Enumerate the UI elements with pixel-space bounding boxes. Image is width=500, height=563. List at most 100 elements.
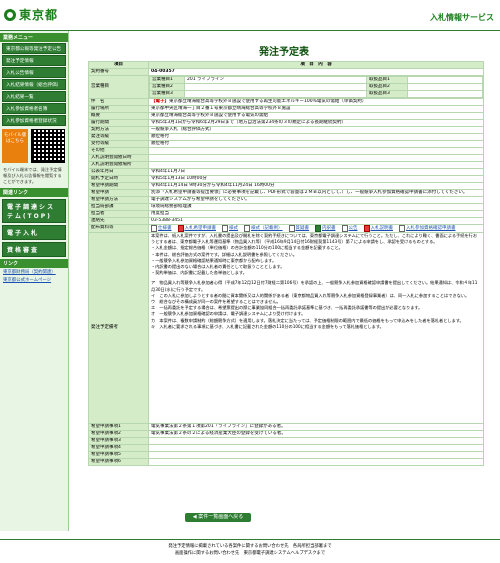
notes-cell: 本案件は、紙入札案件ですが、入札書の提出及び開札を除く契約手続きについては、東京… xyxy=(148,232,484,424)
subject-cell: 【電子】東京都立晴海総合高等学校外８施設で使用する再生可能エネルギー100%電気… xyxy=(148,98,484,106)
sidebar-heading-related: 関連リンク xyxy=(0,188,68,197)
sub-value xyxy=(407,76,483,84)
sidebar-item-bid-results-eval[interactable]: 入札結果情報（総合評価） xyxy=(2,79,66,90)
electronic-tag: 【電子】 xyxy=(151,99,169,105)
sidebar-item-order-plan[interactable]: 発注予定情報 xyxy=(2,55,66,66)
spreadsheet-icon xyxy=(315,225,321,232)
document-icon xyxy=(244,225,250,232)
row-label: 希望申請事項3 xyxy=(88,437,149,445)
row-label: 件 名 xyxy=(88,98,149,106)
sub-label: 取扱品目3 xyxy=(366,90,408,98)
sidebar-link-procurement-top[interactable]: 電子調達システム(TOP) xyxy=(2,199,66,223)
doc-link-application[interactable]: 入札希望申請書 xyxy=(177,225,216,232)
pdf-icon xyxy=(177,225,184,232)
row-value: 環境局総務部経理課 xyxy=(148,203,484,211)
business-type-cell: 営業種目1 201 ライフライン 取扱品目1 営業種目2 取扱品目2 営業種目3 取扱品… xyxy=(148,75,484,99)
row-label: 担当局部課 xyxy=(88,203,149,211)
page: 東京都 入札情報サービス 業務メニュー 東京都公報等発注予定公告 発注予定情報 … xyxy=(0,0,500,563)
row-value: 令和4年11月7日 xyxy=(148,168,484,176)
row-value xyxy=(148,458,484,466)
mobile-link-box: モバイル版 はこちら xyxy=(2,129,66,163)
tokyo-logo[interactable]: 東京都 xyxy=(4,6,58,23)
footer: 発注予定情報に掲載されている各案件に関するお問い合わせ先 各局所担当部署まで 画… xyxy=(0,539,500,563)
logo-text: 東京都 xyxy=(19,8,59,22)
footer-contact-orders: 発注予定情報に掲載されている各案件に関するお問い合わせ先 各局所担当部署まで xyxy=(168,544,332,549)
sub-label: 営業種目1 xyxy=(149,76,185,84)
document-icon xyxy=(288,225,295,232)
row-label: 連絡先 xyxy=(88,217,149,225)
row-value: 令和4年11月14日 9時30分から令和4年11月24日 16時00分 xyxy=(148,182,484,190)
row-label: 希望申請 xyxy=(88,189,149,197)
row-label: 営業種目 xyxy=(88,75,149,99)
note-paragraph: ア 物品買入れ等競争入札参加者心得（平成7年12月12日付7財経二第106号）を… xyxy=(151,280,478,292)
main-content: 発注予定表 項目 項 目 内 容 契約番号 04-00357 営業種目 営業種目… xyxy=(70,31,498,563)
row-label: 発注等級 xyxy=(88,133,149,141)
row-value xyxy=(148,161,484,169)
doc-link-questions[interactable]: 質疑書 xyxy=(288,225,309,232)
column-header-item: 項目 xyxy=(88,61,149,69)
sidebar-link-e-bidding[interactable]: 電子入札 xyxy=(2,225,66,240)
row-label: 契約方法 xyxy=(88,126,149,134)
row-value: 電気事業法第２条の２による経済産業大臣の登録を受けている者。 xyxy=(148,430,484,438)
row-label: 履行場所 xyxy=(88,105,149,113)
row-label: 希望申請事項6 xyxy=(88,458,149,466)
row-value: 一般競争入札（総合評価方式） xyxy=(148,126,484,134)
row-label: 契約番号 xyxy=(88,68,149,76)
row-value: 令和5年3月1日から令和6年2月29日まで（地方自治法第234条の３の規定による… xyxy=(148,119,484,127)
sidebar-link-tokyo-official[interactable]: 東京都公式ホームページ xyxy=(0,276,68,284)
sidebar-item-registration-status[interactable]: 入札参加資格者登録状況 xyxy=(2,115,66,126)
sidebar: 業務メニュー 東京都公報等発注予定公告 発注予定情報 入札公告情報 入札結果情報… xyxy=(0,31,69,531)
row-value: 03-5388-3451 xyxy=(148,217,484,225)
row-label: 希望申請方法 xyxy=(88,196,149,204)
order-plan-table: 項目 項 目 内 容 契約番号 04-00357 営業種目 営業種目1 201 ラ… xyxy=(88,61,484,466)
tokyo-emblem-icon xyxy=(4,8,16,21)
table-row: 契約番号 04-00357 xyxy=(88,68,484,76)
doc-link-breakdown[interactable]: 内訳書 xyxy=(315,225,336,232)
sidebar-heading-menu: 業務メニュー xyxy=(0,33,68,42)
row-label: その他 xyxy=(88,147,149,155)
sidebar-item-public-notice[interactable]: 東京都公報等発注予定公告 xyxy=(2,43,66,54)
row-label: 希望申請事項4 xyxy=(88,444,149,452)
sidebar-item-qualified-list[interactable]: 入札参加資格者名簿 xyxy=(2,103,66,114)
sidebar-item-bid-notice[interactable]: 入札公告情報 xyxy=(2,67,66,78)
document-icon xyxy=(222,225,228,232)
doc-link-form-example[interactable]: 様式（記載例） xyxy=(244,225,283,232)
sub-value xyxy=(407,90,483,98)
site-title[interactable]: 入札情報サービス xyxy=(430,12,494,23)
sidebar-link-qualification[interactable]: 資格審査 xyxy=(2,242,66,257)
row-label: 受付等級 xyxy=(88,140,149,148)
doc-link-instructions[interactable]: 入札説明書 xyxy=(363,225,393,232)
document-icon xyxy=(151,225,157,232)
row-value: 別添「入札希望申請書等提出要領」に必要事項を記載し、PDF形式で容量は２ＭＢ以内… xyxy=(148,189,484,197)
sidebar-item-bid-results[interactable]: 入札結果一覧 xyxy=(2,91,66,102)
sidebar-link-finance-bureau[interactable]: 東京都財務局（契約関連） xyxy=(0,268,68,276)
row-label: 開札予定日時 xyxy=(88,175,149,183)
note-paragraph: キ 入札者に要求される事項に基づき、入札書に記載された金額の110分の100に相… xyxy=(151,323,384,329)
row-value xyxy=(148,154,484,162)
row-label: 概要 xyxy=(88,112,149,120)
back-to-list-button[interactable]: ◀ 案件一覧画面へ戻る xyxy=(185,513,251,522)
row-label: 入札説明会開催日時 xyxy=(88,154,149,162)
sub-label: 取扱品目2 xyxy=(366,83,408,91)
mobile-version-button[interactable]: モバイル版 はこちら xyxy=(2,129,28,163)
mobile-sub-label: はこちら xyxy=(6,139,24,144)
row-value: 令和5年1月13日 10時00分 xyxy=(148,175,484,183)
row-label: 入札説明会開催場所 xyxy=(88,161,149,169)
sub-label: 営業種目2 xyxy=(149,83,185,91)
row-label: 希望申請事項1 xyxy=(88,423,149,431)
site-header: 東京都 入札情報サービス xyxy=(0,0,500,31)
row-value: 順位格付 xyxy=(148,133,484,141)
doc-link-qualification-form[interactable]: 入札参加資格確認申請書 xyxy=(399,225,456,232)
note-paragraph: 本案件は、紙入札案件ですが、入札書の提出及び開札を除く契約手続きについては、東京… xyxy=(151,233,478,245)
row-label: 希望申請期間 xyxy=(88,182,149,190)
row-label: 配布資料等 xyxy=(88,224,149,233)
doc-link-notice[interactable]: 公告 xyxy=(341,225,358,232)
row-value: 東京都立晴海総合高等学校外８施設で使用する電気の需給 xyxy=(148,112,484,120)
doc-link-form[interactable]: 様式 xyxy=(222,225,238,232)
mobile-note: モバイル端末では、発注予定情報及び入札公告情報を閲覧することができます。 xyxy=(3,167,62,184)
footer-contact-help: 画面操作に関するお問い合わせ先 東京都電子調達システムヘルプデスクまで xyxy=(174,551,326,556)
row-value: 用度担当 xyxy=(148,210,484,218)
note-paragraph: カ 本案件は、複数申請制約（総額競争方式）を適用します。落札決定に当たっては、予… xyxy=(151,317,464,323)
row-value xyxy=(148,444,484,452)
doc-link-spec[interactable]: 仕様書 xyxy=(151,225,172,232)
